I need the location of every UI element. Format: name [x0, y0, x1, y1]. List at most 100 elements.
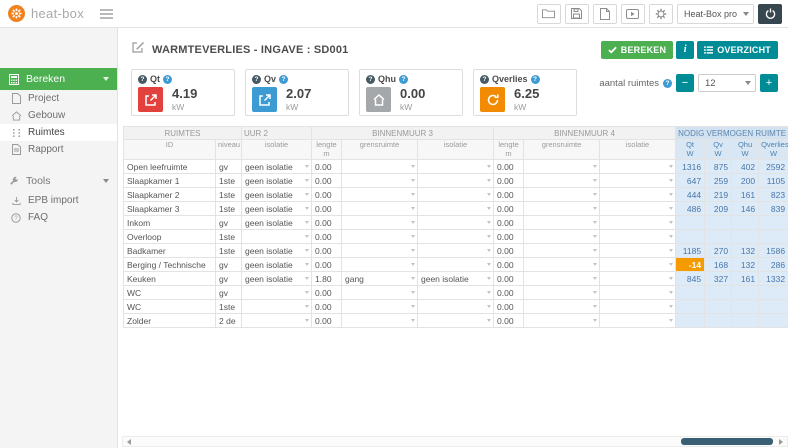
isolatie-select[interactable] [242, 300, 312, 314]
isolatie-select[interactable] [418, 300, 494, 314]
grensruimte-select[interactable] [342, 202, 418, 216]
grensruimte-select[interactable] [342, 160, 418, 174]
room-id-cell[interactable]: Open leefruimte [124, 160, 216, 174]
room-id-cell[interactable]: Zolder [124, 314, 216, 328]
save-button[interactable] [565, 4, 589, 24]
lengte-input[interactable]: 0.00 [494, 314, 524, 328]
grensruimte-select[interactable] [524, 314, 600, 328]
isolatie-select[interactable] [418, 216, 494, 230]
lengte-input[interactable]: 0.00 [494, 300, 524, 314]
lengte-input[interactable]: 0.00 [494, 174, 524, 188]
info-button[interactable]: i [676, 41, 694, 59]
grensruimte-select[interactable] [524, 272, 600, 286]
document-button[interactable] [593, 4, 617, 24]
scroll-right-button[interactable] [775, 437, 787, 446]
room-id-cell[interactable]: Slaapkamer 2 [124, 188, 216, 202]
niveau-cell[interactable]: 1ste [216, 300, 242, 314]
isolatie-select[interactable] [242, 314, 312, 328]
niveau-cell[interactable]: gv [216, 286, 242, 300]
isolatie-select[interactable] [418, 244, 494, 258]
grensruimte-select[interactable] [342, 188, 418, 202]
grensruimte-select[interactable] [524, 300, 600, 314]
room-id-cell[interactable]: Badkamer [124, 244, 216, 258]
rooms-plus-button[interactable]: + [760, 74, 778, 92]
sidebar-item-ruimtes[interactable]: Ruimtes [0, 124, 117, 141]
lengte-input[interactable]: 0.00 [312, 160, 342, 174]
isolatie-select[interactable] [600, 188, 676, 202]
isolatie-select[interactable] [600, 314, 676, 328]
lengte-input[interactable]: 0.00 [312, 230, 342, 244]
isolatie-select[interactable] [600, 300, 676, 314]
grensruimte-select[interactable] [524, 258, 600, 272]
isolatie-select[interactable]: geen isolatie [242, 216, 312, 230]
room-id-cell[interactable]: Overloop [124, 230, 216, 244]
isolatie-select[interactable] [600, 272, 676, 286]
help-icon[interactable]: ? [531, 75, 540, 84]
grensruimte-select[interactable] [342, 314, 418, 328]
lengte-input[interactable]: 0.00 [312, 244, 342, 258]
isolatie-select[interactable] [600, 202, 676, 216]
grensruimte-select[interactable] [524, 202, 600, 216]
niveau-cell[interactable]: gv [216, 272, 242, 286]
isolatie-select[interactable] [418, 188, 494, 202]
niveau-cell[interactable]: 1ste [216, 244, 242, 258]
profile-select[interactable]: Heat-Box pro [677, 4, 754, 24]
isolatie-select[interactable]: geen isolatie [242, 202, 312, 216]
room-id-cell[interactable]: Slaapkamer 3 [124, 202, 216, 216]
niveau-cell[interactable]: 1ste [216, 202, 242, 216]
isolatie-select[interactable] [242, 286, 312, 300]
help-icon[interactable]: ? [279, 75, 288, 84]
grensruimte-select[interactable] [524, 160, 600, 174]
isolatie-select[interactable] [600, 174, 676, 188]
niveau-cell[interactable]: 1ste [216, 174, 242, 188]
isolatie-select[interactable] [600, 216, 676, 230]
grensruimte-select[interactable] [524, 230, 600, 244]
lengte-input[interactable]: 0.00 [494, 216, 524, 230]
bereken-button[interactable]: BEREKEN [601, 41, 673, 59]
lengte-input[interactable]: 0.00 [494, 258, 524, 272]
isolatie-select[interactable]: geen isolatie [242, 174, 312, 188]
lengte-input[interactable]: 0.00 [312, 286, 342, 300]
grensruimte-select[interactable] [524, 174, 600, 188]
isolatie-select[interactable] [600, 258, 676, 272]
grensruimte-select[interactable] [524, 286, 600, 300]
sidebar-item-gebouw[interactable]: Gebouw [0, 107, 117, 124]
isolatie-select[interactable]: geen isolatie [418, 272, 494, 286]
lengte-input[interactable]: 0.00 [494, 230, 524, 244]
lengte-input[interactable]: 0.00 [312, 216, 342, 230]
isolatie-select[interactable] [418, 286, 494, 300]
isolatie-select[interactable] [600, 244, 676, 258]
lengte-input[interactable]: 0.00 [312, 202, 342, 216]
isolatie-select[interactable]: geen isolatie [242, 188, 312, 202]
isolatie-select[interactable] [418, 258, 494, 272]
grensruimte-select[interactable] [342, 174, 418, 188]
sidebar-section-tools[interactable]: Tools [0, 170, 117, 192]
menu-toggle-icon[interactable] [100, 9, 113, 19]
isolatie-select[interactable]: geen isolatie [242, 258, 312, 272]
lengte-input[interactable]: 0.00 [494, 188, 524, 202]
grensruimte-select[interactable] [342, 300, 418, 314]
isolatie-select[interactable] [418, 314, 494, 328]
isolatie-select[interactable]: geen isolatie [242, 272, 312, 286]
room-id-cell[interactable]: Berging / Technische [124, 258, 216, 272]
isolatie-select[interactable] [418, 202, 494, 216]
lengte-input[interactable]: 0.00 [312, 258, 342, 272]
niveau-cell[interactable]: gv [216, 216, 242, 230]
isolatie-select[interactable] [600, 230, 676, 244]
grensruimte-select[interactable] [342, 230, 418, 244]
room-id-cell[interactable]: WC [124, 300, 216, 314]
rooms-count-select[interactable]: 12 [698, 74, 756, 92]
sidebar-section-bereken[interactable]: Bereken [0, 68, 117, 90]
isolatie-select[interactable] [242, 230, 312, 244]
isolatie-select[interactable] [418, 174, 494, 188]
grensruimte-select[interactable] [342, 258, 418, 272]
sidebar-item-rapport[interactable]: Rapport [0, 141, 117, 158]
isolatie-select[interactable] [418, 160, 494, 174]
grensruimte-select[interactable] [342, 286, 418, 300]
lengte-input[interactable]: 1.80 [312, 272, 342, 286]
room-id-cell[interactable]: WC [124, 286, 216, 300]
isolatie-select[interactable] [600, 160, 676, 174]
isolatie-select[interactable]: geen isolatie [242, 244, 312, 258]
help-icon[interactable]: ? [399, 75, 408, 84]
lengte-input[interactable]: 0.00 [312, 174, 342, 188]
